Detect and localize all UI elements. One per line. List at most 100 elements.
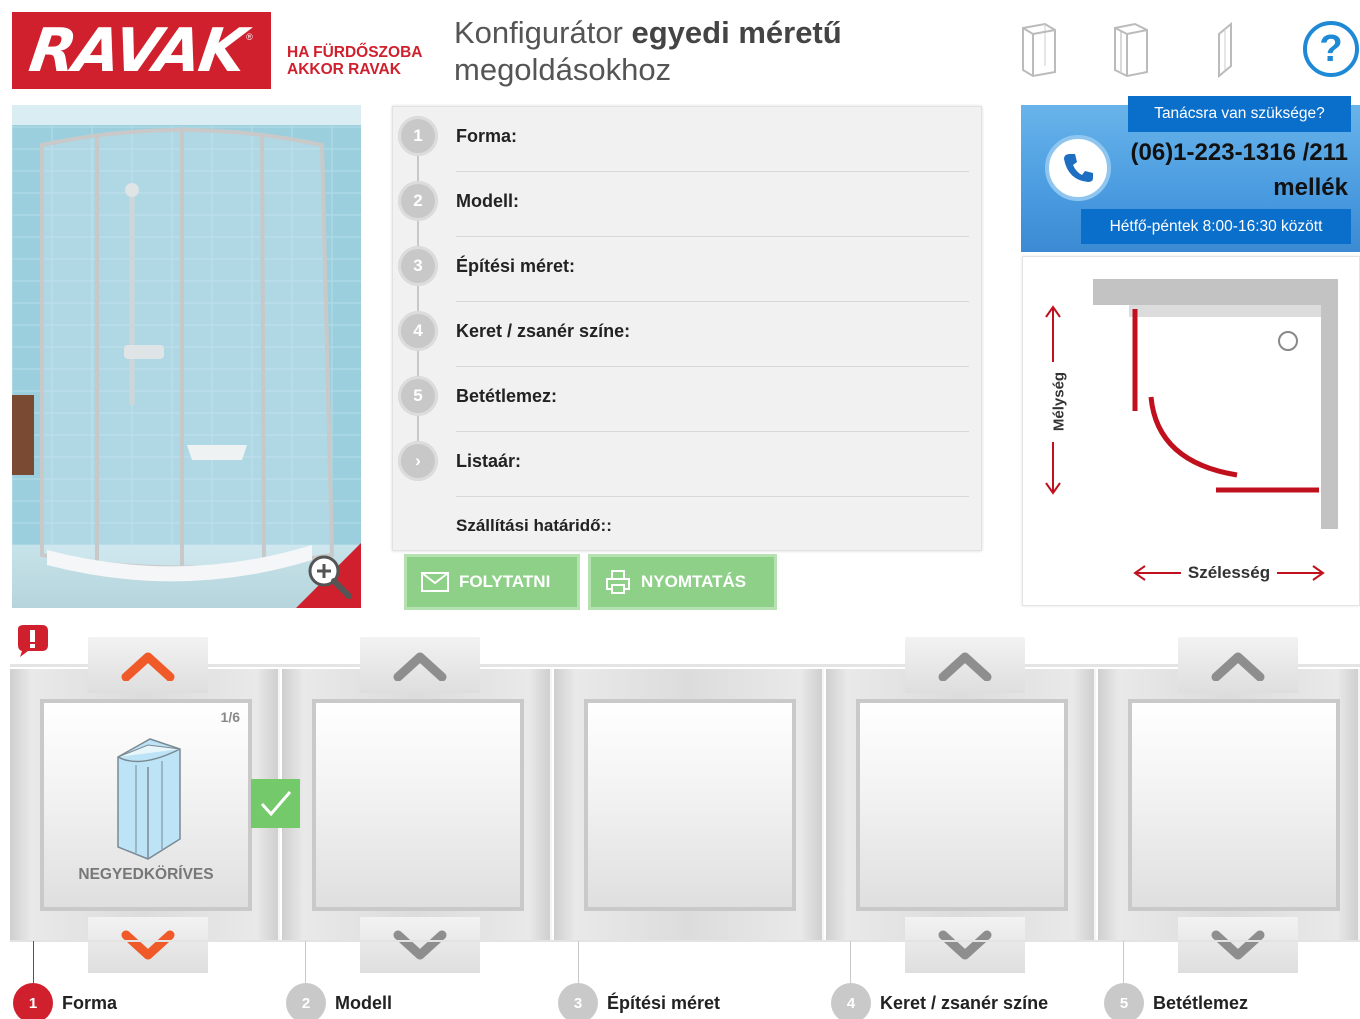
depth-label: Mélység — [1050, 371, 1068, 432]
slogan-line2: AKKOR RAVAK — [287, 61, 401, 78]
chevron-down-icon — [1211, 930, 1265, 960]
advice-title: Tanácsra van szüksége? — [1128, 96, 1351, 132]
keret-down-arrow[interactable] — [905, 917, 1025, 973]
forma-option-label: NEGYEDKÖRÍVES — [78, 866, 214, 883]
betetlemez-option-card[interactable] — [1128, 699, 1340, 911]
forma-option-card[interactable]: 1/6 NEGYEDKÖRÍVES — [40, 699, 252, 911]
phone-number[interactable]: (06)1-223-1316 /211 mellék — [1131, 135, 1349, 205]
step-number: 3 — [558, 983, 598, 1019]
betetlemez-up-arrow[interactable] — [1178, 637, 1298, 693]
step-number: 5 — [1104, 983, 1144, 1019]
print-button[interactable]: NYOMTATÁS — [588, 554, 777, 610]
summary-row-delivery: Szállítási határidő:: — [393, 497, 981, 562]
zoom-icon[interactable] — [305, 552, 355, 602]
step-number: 1 — [13, 983, 53, 1019]
summary-row-keret: 4 Keret / zsanér színe: — [393, 302, 981, 367]
step-nav-epitesi-meret[interactable]: 3 Építési méret — [558, 983, 720, 1019]
modell-up-arrow[interactable] — [360, 637, 480, 693]
step-label: Modell — [335, 992, 392, 1013]
step-nav-forma[interactable]: 1 Forma — [13, 983, 117, 1019]
step-label: Keret / zsanér színe — [880, 992, 1049, 1013]
forma-up-arrow[interactable] — [88, 637, 208, 693]
step-nav-modell[interactable]: 2 Modell — [286, 983, 392, 1019]
step-number: 2 — [286, 983, 326, 1019]
step-complete-check — [251, 779, 300, 828]
strip-top-border — [10, 664, 1360, 667]
keret-option-card[interactable] — [856, 699, 1068, 911]
step-column-forma: 1/6 NEGYEDKÖRÍVES — [10, 669, 280, 941]
summary-row-epitesi-meret: 3 Építési méret: — [393, 237, 981, 302]
summary-label: Listaár: — [456, 451, 522, 471]
step-number: 4 — [831, 983, 871, 1019]
title-normal: Konfigurátor — [454, 15, 632, 50]
logo-text: RAVAK — [25, 15, 250, 86]
step-label: Építési méret — [607, 992, 721, 1013]
step-column-modell — [282, 669, 552, 941]
step-nav-keret[interactable]: 4 Keret / zsanér színe — [831, 983, 1048, 1019]
summary-step-number: › — [398, 441, 438, 481]
shower-door-double-icon[interactable] — [1109, 20, 1155, 78]
print-button-label: NYOMTATÁS — [641, 572, 747, 591]
step-tick — [1123, 941, 1124, 985]
summary-step-number: 1 — [398, 116, 438, 156]
summary-label: Betétlemez: — [456, 386, 558, 406]
step-label: Forma — [62, 992, 118, 1013]
continue-button[interactable]: FOLYTATNI — [404, 554, 580, 610]
summary-row-modell: 2 Modell: — [393, 172, 981, 237]
step-tick — [33, 941, 34, 985]
title-bold: egyedi méretű — [631, 15, 842, 50]
envelope-icon — [421, 572, 449, 592]
help-icon[interactable]: ? — [1303, 21, 1359, 77]
chevron-down-icon — [938, 930, 992, 960]
office-hours: Hétfő-péntek 8:00-16:30 között — [1081, 209, 1351, 244]
summary-label: Modell: — [456, 191, 519, 211]
dimension-diagram: Mélység Szélesség — [1022, 256, 1360, 606]
printer-icon — [606, 570, 630, 594]
chevron-down-icon — [393, 930, 447, 960]
checkmark-icon — [260, 790, 291, 816]
shower-photo-illustration — [12, 105, 361, 608]
chevron-up-icon — [938, 652, 992, 681]
step-tick — [578, 941, 579, 985]
modell-down-arrow[interactable] — [360, 917, 480, 973]
step-column-keret — [826, 669, 1096, 941]
step-column-epitesi-meret — [554, 669, 824, 941]
forma-down-arrow[interactable] — [88, 917, 208, 973]
shower-enclosure-icon[interactable] — [1015, 20, 1061, 78]
betetlemez-down-arrow[interactable] — [1178, 917, 1298, 973]
summary-row-forma: 1 Forma: — [393, 107, 981, 172]
strip-bottom-border — [10, 940, 1360, 942]
step-tick — [305, 941, 306, 985]
chevron-up-icon — [121, 652, 175, 681]
summary-step-number: 4 — [398, 311, 438, 351]
chevron-down-icon — [121, 930, 175, 960]
step-nav-betetlemez[interactable]: 5 Betétlemez — [1104, 983, 1248, 1019]
warning-icon[interactable] — [14, 625, 50, 657]
ravak-logo[interactable]: RAVAK ® — [12, 12, 271, 89]
summary-step-number: 3 — [398, 246, 438, 286]
shower-plan-drawing — [1044, 279, 1338, 583]
summary-row-listaar: › Listaár: — [393, 432, 981, 497]
summary-step-number: 2 — [398, 181, 438, 221]
configurator-page: RAVAK ® HA FÜRDŐSZOBA AKKOR RAVAK Konfig… — [0, 0, 1360, 1019]
configuration-summary: 1 Forma: 2 Modell: 3 Építési méret: 4 Ke… — [392, 106, 982, 551]
contact-box: Tanácsra van szüksége? (06)1-223-1316 /2… — [1021, 96, 1360, 252]
shower-type-icons — [1015, 20, 1297, 78]
summary-label: Építési méret: — [456, 256, 576, 276]
chevron-up-icon — [1211, 652, 1265, 681]
step-tick — [850, 941, 851, 985]
phone-line1: (06)1-223-1316 /211 — [1130, 139, 1349, 166]
modell-option-card[interactable] — [312, 699, 524, 911]
product-photo[interactable] — [12, 105, 361, 608]
shower-panel-icon[interactable] — [1203, 20, 1249, 78]
page-title: Konfigurátor egyedi méretű megoldásokhoz — [454, 14, 842, 88]
chevron-up-icon — [393, 652, 447, 681]
keret-up-arrow[interactable] — [905, 637, 1025, 693]
step-label: Betétlemez — [1153, 992, 1249, 1013]
phone-icon[interactable] — [1045, 135, 1111, 201]
delivery-label: Szállítási határidő:: — [456, 516, 612, 535]
summary-label: Keret / zsanér színe: — [456, 321, 631, 341]
phone-line2: mellék — [1273, 174, 1348, 201]
epitesi-meret-option-card[interactable] — [584, 699, 796, 911]
logo-registered-mark: ® — [246, 32, 253, 42]
